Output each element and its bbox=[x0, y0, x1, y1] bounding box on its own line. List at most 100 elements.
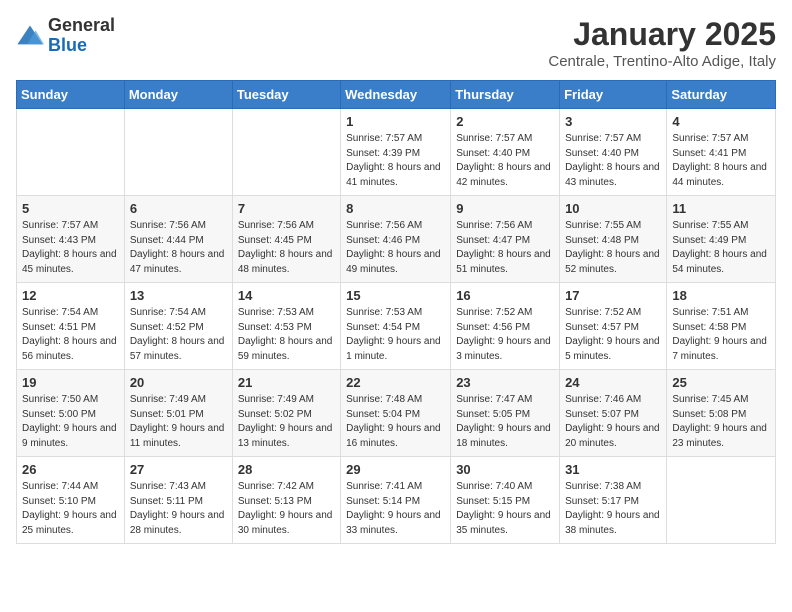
day-info: Sunrise: 7:57 AM Sunset: 4:40 PM Dayligh… bbox=[456, 132, 554, 190]
weekday-header: Friday bbox=[560, 81, 667, 109]
calendar-cell: 5 Sunrise: 7:57 AM Sunset: 4:43 PM Daylig… bbox=[17, 196, 125, 283]
day-number: 31 bbox=[565, 462, 661, 477]
day-number: 5 bbox=[22, 201, 119, 216]
calendar-cell: 2 Sunrise: 7:57 AM Sunset: 4:40 PM Daylig… bbox=[451, 109, 560, 196]
day-number: 1 bbox=[346, 114, 445, 129]
calendar-cell: 28Sunrise: 7:42 AM Sunset: 5:13 PM Dayli… bbox=[232, 457, 340, 544]
day-number: 7 bbox=[238, 201, 335, 216]
calendar-cell: 13 Sunrise: 7:54 AM Sunset: 4:52 PM Dayli… bbox=[124, 283, 232, 370]
calendar-cell: 9 Sunrise: 7:56 AM Sunset: 4:47 PM Daylig… bbox=[451, 196, 560, 283]
logo: General Blue bbox=[16, 16, 115, 56]
logo-general: General bbox=[48, 15, 115, 35]
month-title: January 2025 bbox=[548, 16, 776, 53]
day-number: 23 bbox=[456, 375, 554, 390]
calendar-cell: 19 Sunrise: 7:50 AM Sunset: 5:00 PM Dayli… bbox=[17, 370, 125, 457]
calendar-week-row: 12Sunrise: 7:54 AM Sunset: 4:51 PM Dayli… bbox=[17, 283, 776, 370]
calendar-week-row: 1 Sunrise: 7:57 AM Sunset: 4:39 PM Daylig… bbox=[17, 109, 776, 196]
weekday-header-row: SundayMondayTuesdayWednesdayThursdayFrid… bbox=[17, 81, 776, 109]
day-info: Sunrise: 7:54 AM Sunset: 4:51 PM Dayligh… bbox=[22, 306, 119, 364]
day-info: Sunrise: 7:57 AM Sunset: 4:40 PM Dayligh… bbox=[565, 132, 661, 190]
day-number: 24 bbox=[565, 375, 661, 390]
day-info: Sunrise: 7:57 AM Sunset: 4:39 PM Dayligh… bbox=[346, 132, 445, 190]
day-info: Sunrise: 7:55 AM Sunset: 4:48 PM Dayligh… bbox=[565, 219, 661, 277]
day-number: 26 bbox=[22, 462, 119, 477]
calendar-cell: 3 Sunrise: 7:57 AM Sunset: 4:40 PM Daylig… bbox=[560, 109, 667, 196]
calendar-cell: 10 Sunrise: 7:55 AM Sunset: 4:48 PM Dayli… bbox=[560, 196, 667, 283]
calendar-cell: 15Sunrise: 7:53 AM Sunset: 4:54 PM Dayli… bbox=[341, 283, 451, 370]
day-number: 22 bbox=[346, 375, 445, 390]
calendar-week-row: 19 Sunrise: 7:50 AM Sunset: 5:00 PM Dayli… bbox=[17, 370, 776, 457]
day-number: 30 bbox=[456, 462, 554, 477]
day-number: 11 bbox=[672, 201, 770, 216]
day-info: Sunrise: 7:57 AM Sunset: 4:41 PM Dayligh… bbox=[672, 132, 770, 190]
day-info: Sunrise: 7:47 AM Sunset: 5:05 PM Dayligh… bbox=[456, 393, 554, 451]
day-info: Sunrise: 7:53 AM Sunset: 4:53 PM Dayligh… bbox=[238, 306, 335, 364]
day-info: Sunrise: 7:51 AM Sunset: 4:58 PM Dayligh… bbox=[672, 306, 770, 364]
day-info: Sunrise: 7:57 AM Sunset: 4:43 PM Dayligh… bbox=[22, 219, 119, 277]
day-number: 14 bbox=[238, 288, 335, 303]
day-info: Sunrise: 7:45 AM Sunset: 5:08 PM Dayligh… bbox=[672, 393, 770, 451]
day-info: Sunrise: 7:56 AM Sunset: 4:46 PM Dayligh… bbox=[346, 219, 445, 277]
day-info: Sunrise: 7:56 AM Sunset: 4:47 PM Dayligh… bbox=[456, 219, 554, 277]
calendar-cell: 30 Sunrise: 7:40 AM Sunset: 5:15 PM Dayli… bbox=[451, 457, 560, 544]
day-number: 19 bbox=[22, 375, 119, 390]
calendar-cell: 21 Sunrise: 7:49 AM Sunset: 5:02 PM Dayli… bbox=[232, 370, 340, 457]
calendar-cell bbox=[667, 457, 776, 544]
day-number: 4 bbox=[672, 114, 770, 129]
day-number: 25 bbox=[672, 375, 770, 390]
calendar-cell: 17 Sunrise: 7:52 AM Sunset: 4:57 PM Dayli… bbox=[560, 283, 667, 370]
day-info: Sunrise: 7:41 AM Sunset: 5:14 PM Dayligh… bbox=[346, 480, 445, 538]
day-info: Sunrise: 7:56 AM Sunset: 4:45 PM Dayligh… bbox=[238, 219, 335, 277]
day-number: 6 bbox=[130, 201, 227, 216]
calendar-cell: 26 Sunrise: 7:44 AM Sunset: 5:10 PM Dayli… bbox=[17, 457, 125, 544]
calendar-cell bbox=[17, 109, 125, 196]
day-number: 17 bbox=[565, 288, 661, 303]
weekday-header: Saturday bbox=[667, 81, 776, 109]
calendar-cell: 24 Sunrise: 7:46 AM Sunset: 5:07 PM Dayli… bbox=[560, 370, 667, 457]
location: Centrale, Trentino-Alto Adige, Italy bbox=[548, 53, 776, 70]
calendar-cell: 11 Sunrise: 7:55 AM Sunset: 4:49 PM Dayli… bbox=[667, 196, 776, 283]
day-info: Sunrise: 7:55 AM Sunset: 4:49 PM Dayligh… bbox=[672, 219, 770, 277]
day-info: Sunrise: 7:50 AM Sunset: 5:00 PM Dayligh… bbox=[22, 393, 119, 451]
day-info: Sunrise: 7:53 AM Sunset: 4:54 PM Dayligh… bbox=[346, 306, 445, 364]
day-number: 20 bbox=[130, 375, 227, 390]
day-info: Sunrise: 7:52 AM Sunset: 4:57 PM Dayligh… bbox=[565, 306, 661, 364]
day-info: Sunrise: 7:54 AM Sunset: 4:52 PM Dayligh… bbox=[130, 306, 227, 364]
calendar-week-row: 26 Sunrise: 7:44 AM Sunset: 5:10 PM Dayli… bbox=[17, 457, 776, 544]
day-info: Sunrise: 7:40 AM Sunset: 5:15 PM Dayligh… bbox=[456, 480, 554, 538]
day-info: Sunrise: 7:43 AM Sunset: 5:11 PM Dayligh… bbox=[130, 480, 227, 538]
day-number: 27 bbox=[130, 462, 227, 477]
day-info: Sunrise: 7:46 AM Sunset: 5:07 PM Dayligh… bbox=[565, 393, 661, 451]
calendar-cell: 20 Sunrise: 7:49 AM Sunset: 5:01 PM Dayli… bbox=[124, 370, 232, 457]
calendar-cell: 22Sunrise: 7:48 AM Sunset: 5:04 PM Dayli… bbox=[341, 370, 451, 457]
logo-blue: Blue bbox=[48, 35, 87, 55]
calendar-cell: 29Sunrise: 7:41 AM Sunset: 5:14 PM Dayli… bbox=[341, 457, 451, 544]
calendar-cell bbox=[124, 109, 232, 196]
day-info: Sunrise: 7:44 AM Sunset: 5:10 PM Dayligh… bbox=[22, 480, 119, 538]
day-number: 13 bbox=[130, 288, 227, 303]
calendar-cell: 31Sunrise: 7:38 AM Sunset: 5:17 PM Dayli… bbox=[560, 457, 667, 544]
calendar-cell bbox=[232, 109, 340, 196]
weekday-header: Monday bbox=[124, 81, 232, 109]
day-info: Sunrise: 7:49 AM Sunset: 5:01 PM Dayligh… bbox=[130, 393, 227, 451]
day-number: 18 bbox=[672, 288, 770, 303]
calendar-cell: 4 Sunrise: 7:57 AM Sunset: 4:41 PM Daylig… bbox=[667, 109, 776, 196]
calendar-cell: 27 Sunrise: 7:43 AM Sunset: 5:11 PM Dayli… bbox=[124, 457, 232, 544]
weekday-header: Wednesday bbox=[341, 81, 451, 109]
day-number: 9 bbox=[456, 201, 554, 216]
calendar-week-row: 5 Sunrise: 7:57 AM Sunset: 4:43 PM Daylig… bbox=[17, 196, 776, 283]
logo-icon bbox=[16, 22, 44, 50]
calendar-cell: 7 Sunrise: 7:56 AM Sunset: 4:45 PM Daylig… bbox=[232, 196, 340, 283]
calendar-cell: 14 Sunrise: 7:53 AM Sunset: 4:53 PM Dayli… bbox=[232, 283, 340, 370]
calendar-cell: 12Sunrise: 7:54 AM Sunset: 4:51 PM Dayli… bbox=[17, 283, 125, 370]
calendar-cell: 1 Sunrise: 7:57 AM Sunset: 4:39 PM Daylig… bbox=[341, 109, 451, 196]
day-info: Sunrise: 7:49 AM Sunset: 5:02 PM Dayligh… bbox=[238, 393, 335, 451]
day-number: 21 bbox=[238, 375, 335, 390]
day-number: 10 bbox=[565, 201, 661, 216]
day-number: 3 bbox=[565, 114, 661, 129]
day-number: 16 bbox=[456, 288, 554, 303]
day-number: 2 bbox=[456, 114, 554, 129]
calendar-cell: 23 Sunrise: 7:47 AM Sunset: 5:05 PM Dayli… bbox=[451, 370, 560, 457]
day-info: Sunrise: 7:42 AM Sunset: 5:13 PM Dayligh… bbox=[238, 480, 335, 538]
calendar-cell: 8Sunrise: 7:56 AM Sunset: 4:46 PM Daylig… bbox=[341, 196, 451, 283]
